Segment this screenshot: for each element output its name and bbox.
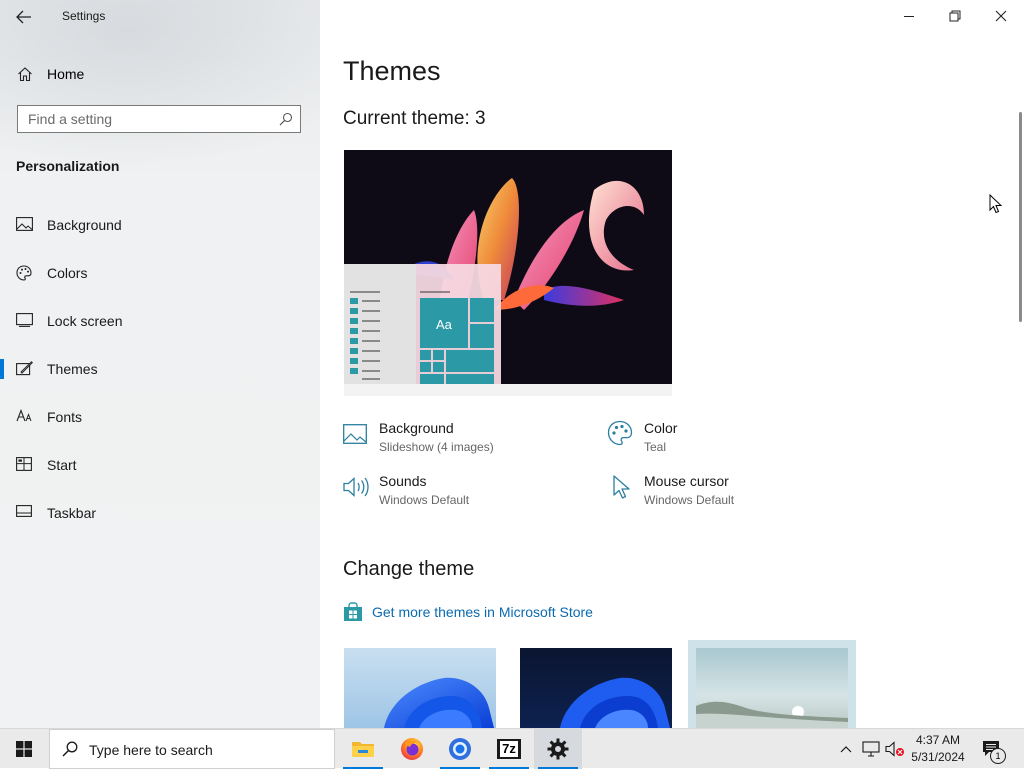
sidebar-item-label: Start [47, 457, 77, 473]
taskbar-app-chrome[interactable] [436, 729, 484, 769]
store-link-label: Get more themes in Microsoft Store [372, 604, 593, 620]
restore-icon [949, 10, 961, 22]
7zip-label: 7z [500, 741, 518, 757]
sidebar-item-label: Fonts [47, 409, 83, 425]
theme-preview: Aa [344, 150, 672, 384]
taskbar-search-box[interactable]: Type here to search [49, 729, 335, 769]
taskbar-app-firefox[interactable] [388, 729, 436, 769]
action-center-button[interactable]: 1 [978, 729, 1006, 769]
palette-icon [607, 420, 633, 446]
mouse-cursor [989, 194, 1003, 214]
speaker-icon [343, 476, 369, 498]
selected-indicator [0, 359, 4, 379]
sidebar-item-lock-screen[interactable]: Lock screen [0, 301, 320, 341]
taskbar-app-file-explorer[interactable] [339, 729, 387, 769]
sidebar-item-colors[interactable]: Colors [0, 253, 320, 293]
sidebar-item-background[interactable]: Background [0, 205, 320, 245]
scrollbar[interactable] [1019, 112, 1022, 322]
minimize-icon [904, 16, 914, 17]
show-hidden-icons-button[interactable] [836, 729, 856, 769]
property-title: Sounds [379, 473, 427, 489]
sidebar-item-label: Background [47, 217, 122, 233]
property-value: Windows Default [644, 493, 735, 507]
lock-screen-icon [16, 313, 33, 327]
sidebar-item-taskbar[interactable]: Taskbar [0, 493, 320, 533]
cursor-arrow-icon [989, 194, 1003, 214]
chrome-icon [449, 738, 471, 760]
sidebar-item-fonts[interactable]: Fonts [0, 397, 320, 437]
home-label: Home [47, 66, 85, 82]
themes-icon [16, 361, 33, 376]
clock-date: 5/31/2024 [911, 750, 965, 764]
property-value: Teal [644, 440, 667, 454]
start-button[interactable] [0, 729, 48, 769]
start-icon [16, 457, 32, 471]
theme-preview-wallpaper [344, 150, 672, 384]
home-nav-item[interactable]: Home [0, 60, 320, 88]
theme-thumbnail-image [696, 648, 848, 728]
back-button[interactable] [14, 8, 34, 26]
section-title: Personalization [16, 158, 120, 174]
theme-thumbnail-selected[interactable] [688, 640, 856, 728]
back-arrow-icon [16, 10, 31, 24]
search-input[interactable] [28, 111, 268, 127]
minimize-button[interactable] [886, 0, 932, 32]
network-icon [862, 741, 880, 757]
search-icon [62, 741, 78, 757]
property-title: Mouse cursor [644, 473, 729, 489]
fonts-icon [16, 409, 33, 423]
taskbar-icon [16, 505, 32, 517]
theme-thumbnail-windows-light[interactable] [344, 648, 496, 728]
chevron-up-icon [840, 746, 852, 753]
image-icon [16, 217, 33, 231]
sidebar-item-label: Themes [47, 361, 98, 377]
preview-shadow [344, 384, 672, 396]
firefox-icon [401, 738, 423, 760]
notification-count-badge: 1 [990, 748, 1006, 764]
sidebar-item-label: Colors [47, 265, 88, 281]
store-icon [343, 602, 363, 622]
find-setting-search[interactable] [17, 105, 301, 133]
search-icon [279, 112, 293, 126]
change-theme-title: Change theme [343, 558, 475, 580]
close-button[interactable] [978, 0, 1024, 32]
home-icon [17, 66, 33, 82]
sidebar-item-start[interactable]: Start [0, 445, 320, 485]
sidebar-item-label: Taskbar [47, 505, 97, 521]
close-icon [995, 10, 1007, 22]
restore-button[interactable] [932, 0, 978, 32]
taskbar-clock[interactable]: 4:37 AM 5/31/2024 [906, 732, 970, 766]
sidebar: Settings Home Personalization Background… [0, 0, 320, 728]
property-title: Background [379, 420, 454, 436]
theme-thumbnail-windows-dark[interactable] [520, 648, 672, 728]
current-theme-title: Current theme: 3 [343, 108, 486, 129]
taskbar-app-settings[interactable] [534, 729, 582, 769]
volume-tray-icon[interactable] [884, 729, 906, 769]
clock-time: 4:37 AM [915, 733, 961, 747]
sidebar-item-themes[interactable]: Themes [0, 349, 320, 389]
taskbar-app-7zip[interactable]: 7z [485, 729, 533, 769]
network-tray-icon[interactable] [860, 729, 882, 769]
7zip-icon: 7z [497, 739, 521, 759]
property-value: Windows Default [379, 493, 470, 507]
preview-tile-label: Aa [436, 317, 452, 332]
image-icon [343, 424, 367, 444]
palette-icon [16, 265, 32, 281]
sidebar-item-label: Lock screen [47, 313, 123, 329]
property-value: Slideshow (4 images) [379, 440, 494, 454]
taskbar-search-text: Type here to search [89, 742, 213, 758]
property-title: Color [644, 420, 678, 436]
taskbar: Type here to search 7z 4:37 AM 5/31/2024… [0, 728, 1024, 769]
app-title: Settings [62, 9, 106, 23]
page-title: Themes [343, 56, 441, 86]
windows-logo-icon [16, 741, 32, 757]
volume-muted-icon [885, 741, 904, 757]
theme-thumbnail-image [520, 648, 672, 728]
theme-thumbnail-image [344, 648, 496, 728]
gear-icon [547, 738, 569, 760]
mouse-pointer-icon [613, 475, 631, 499]
folder-icon [352, 742, 374, 757]
